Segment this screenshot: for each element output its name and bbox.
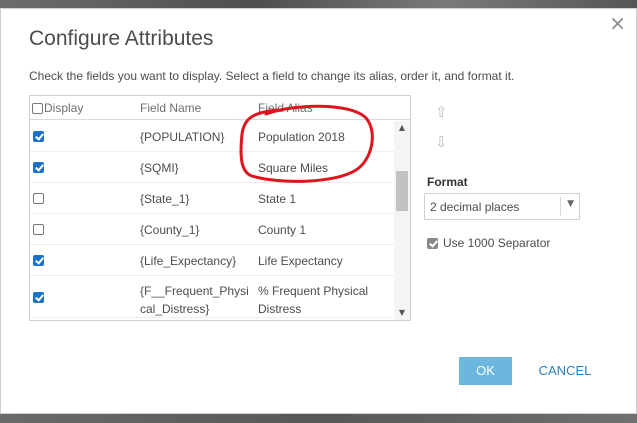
display-checkbox[interactable] [33, 193, 44, 204]
field-name-cell: {SQMI} [140, 161, 179, 175]
format-selected-value: 2 decimal places [430, 200, 520, 214]
use-1000-separator-label[interactable]: Use 1000 Separator [443, 236, 550, 250]
display-checkbox[interactable] [33, 292, 44, 303]
field-alias-cell[interactable]: Life Expectancy [258, 254, 388, 268]
display-checkbox[interactable] [33, 224, 44, 235]
background-map [0, 0, 637, 8]
grid-scrollbar[interactable]: ▲ ▼ [394, 121, 410, 320]
field-name-cell: {F__Frequent_Physi cal_Distress} [140, 284, 249, 316]
table-row[interactable]: {SQMI} Square Miles [30, 152, 394, 183]
background-map-bottom [0, 414, 637, 423]
instructions-text: Check the fields you want to display. Se… [29, 69, 515, 83]
table-row[interactable]: {County_1} County 1 [30, 214, 394, 245]
field-name-cell: {Life_Expectancy} [140, 254, 237, 268]
table-row[interactable]: {Life_Expectancy} Life Expectancy [30, 245, 394, 276]
select-divider [560, 197, 561, 216]
move-up-icon[interactable]: ⇧ [435, 103, 448, 121]
field-name-cell: {State_1} [140, 192, 190, 206]
chevron-down-icon[interactable]: ▼ [567, 199, 574, 209]
scroll-down-icon[interactable]: ▼ [394, 306, 410, 320]
close-icon[interactable]: × [609, 13, 626, 33]
table-row[interactable]: {POPULATION} Population 2018 [30, 121, 394, 152]
header-field-alias[interactable]: Field Alias [258, 101, 313, 115]
table-row[interactable]: {F__Frequent_Physi cal_Distress} % Frequ… [30, 276, 394, 318]
field-name-cell: {POPULATION} [140, 130, 225, 144]
scroll-thumb[interactable] [396, 171, 408, 211]
field-alias-cell[interactable]: County 1 [258, 223, 388, 237]
grid-rows: {POPULATION} Population 2018 {SQMI} Squa… [30, 121, 394, 318]
cancel-button[interactable]: CANCEL [527, 357, 603, 385]
header-display[interactable]: Display [44, 101, 83, 115]
field-name-cell: {County_1} [140, 223, 200, 237]
fields-grid: Display Field Name Field Alias {POPULATI… [29, 95, 411, 321]
format-label: Format [427, 175, 468, 189]
header-field-name[interactable]: Field Name [140, 101, 201, 115]
field-alias-cell[interactable]: Square Miles [258, 161, 388, 175]
display-checkbox[interactable] [33, 131, 44, 142]
table-row[interactable]: {State_1} State 1 [30, 183, 394, 214]
select-all-checkbox[interactable] [32, 103, 43, 114]
field-alias-cell[interactable]: State 1 [258, 192, 388, 206]
use-1000-separator-checkbox[interactable] [427, 238, 438, 249]
ok-button[interactable]: OK [459, 357, 512, 385]
configure-attributes-dialog: × Configure Attributes Check the fields … [0, 8, 637, 414]
format-select[interactable]: 2 decimal places ▼ [424, 193, 580, 220]
display-checkbox[interactable] [33, 255, 44, 266]
move-down-icon[interactable]: ⇩ [435, 133, 448, 151]
scroll-up-icon[interactable]: ▲ [394, 121, 410, 135]
display-checkbox[interactable] [33, 162, 44, 173]
grid-header: Display Field Name Field Alias [30, 96, 410, 120]
dialog-title: Configure Attributes [29, 27, 214, 50]
field-alias-cell[interactable]: Population 2018 [258, 130, 388, 144]
field-alias-cell[interactable]: % Frequent Physical Distress [258, 282, 388, 318]
